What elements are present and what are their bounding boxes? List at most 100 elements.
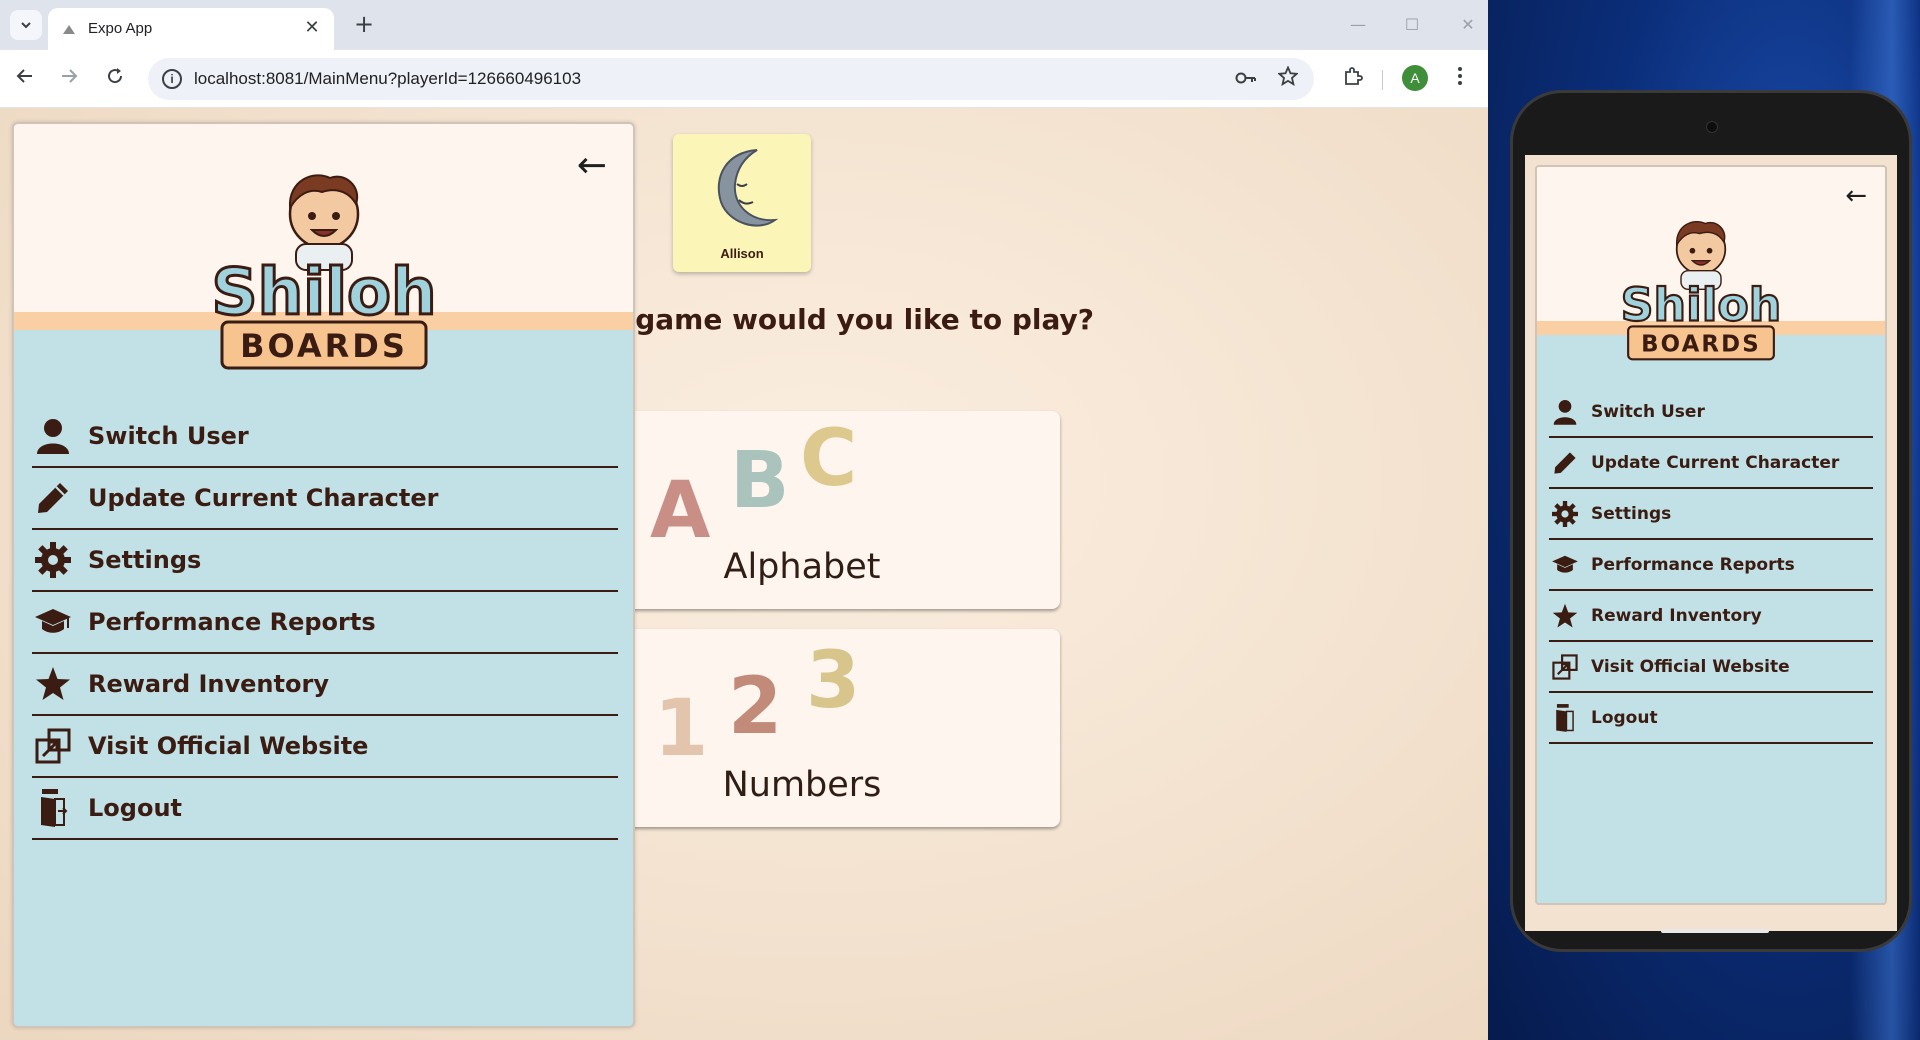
kebab-menu-icon[interactable] [1443,62,1477,96]
menu-label: Reward Inventory [88,670,329,698]
address-bar[interactable]: i localhost:8081/MainMenu?playerId=12666… [148,58,1314,100]
exit-door-icon [1551,703,1579,732]
mobile-drawer-menu: Switch User Update Current Character Set… [1549,387,1873,744]
site-info-icon[interactable]: i [162,69,182,89]
shiloh-boards-logo: Shiloh BOARDS [1620,220,1782,361]
app-viewport: Allison ! Which game would you like to p… [0,108,1488,1040]
mobile-navigation-drawer: ← Shiloh BOARDS Switch User Update Curre… [1535,165,1887,905]
window-close-button[interactable]: ✕ [1448,10,1488,40]
menu-label: Reward Inventory [1591,605,1762,626]
menu-label: Logout [1591,707,1658,728]
profile-avatar[interactable]: A [1402,65,1428,91]
expo-favicon-icon [63,25,75,34]
menu-label: Visit Official Website [88,732,369,760]
menu-label: Performance Reports [1591,554,1795,575]
menu-item-visit-website[interactable]: Visit Official Website [32,716,618,778]
url-text[interactable]: localhost:8081/MainMenu?playerId=1266604… [194,69,581,89]
numbers-glyph-2: 2 [728,662,782,752]
menu-item-reward-inventory[interactable]: Reward Inventory [32,654,618,716]
reload-button[interactable] [98,62,132,96]
numbers-glyph-1: 1 [654,684,708,763]
menu-item-performance-reports[interactable]: Performance Reports [32,592,618,654]
menu-label: Switch User [1591,401,1705,422]
external-link-icon [34,727,72,765]
password-key-icon[interactable] [1232,66,1260,94]
menu-item-switch-user[interactable]: Switch User [32,406,618,468]
menu-item-update-character[interactable]: Update Current Character [1549,438,1873,489]
front-camera-icon [1706,121,1718,133]
123-numbers-icon: 1 2 3 [654,636,860,763]
logo-text-boards: BOARDS [1641,331,1761,357]
menu-label: Logout [88,794,183,822]
external-link-icon [1551,653,1579,681]
drawer-menu: Switch User Update Current Character Set… [32,406,618,840]
user-icon [1551,398,1579,426]
bookmark-star-icon[interactable] [1274,65,1302,94]
gesture-home-bar[interactable] [1661,929,1769,933]
pencil-icon [34,479,72,517]
user-icon [34,417,72,455]
menu-item-visit-website[interactable]: Visit Official Website [1549,642,1873,693]
moon-character-icon [717,149,779,227]
tab-search-button[interactable] [10,10,42,40]
menu-label: Settings [1591,503,1672,524]
menu-item-reward-inventory[interactable]: Reward Inventory [1549,591,1873,642]
alphabet-glyph-c: C [800,415,857,504]
game-label-alphabet: Alphabet [723,547,881,587]
shiloh-boards-logo: Shiloh BOARDS [210,174,438,370]
menu-label: Visit Official Website [1591,656,1790,677]
player-name: Allison [720,246,764,261]
star-icon [1551,602,1579,630]
arrow-right-icon [62,69,78,83]
drawer-close-arrow-icon[interactable]: ← [1845,183,1867,209]
graduation-cap-icon [34,603,72,641]
toolbar-separator [1382,70,1383,90]
game-card-numbers[interactable]: 1 2 3 Numbers [560,629,1060,827]
abc-letters-icon: A B C [650,415,857,545]
exit-door-icon [34,789,72,827]
drawer-close-arrow-icon[interactable]: ← [577,148,607,184]
minimize-button[interactable]: — [1338,10,1378,40]
menu-label: Performance Reports [88,608,376,636]
menu-item-update-character[interactable]: Update Current Character [32,468,618,530]
logo-text-shiloh: Shiloh [1621,279,1782,332]
android-emulator: ← Shiloh BOARDS Switch User Update Curre… [1510,90,1912,952]
gear-icon [1551,500,1579,528]
alphabet-glyph-b: B [730,436,789,526]
tab-close-button[interactable]: ✕ [300,16,324,40]
new-tab-button[interactable]: + [349,10,379,40]
gear-icon [34,541,72,579]
menu-item-performance-reports[interactable]: Performance Reports [1549,540,1873,591]
reload-icon [108,68,123,84]
menu-label: Update Current Character [1591,452,1840,473]
back-button[interactable] [8,62,42,96]
chevron-down-icon [21,22,31,29]
extensions-puzzle-icon[interactable] [1336,62,1370,96]
menu-item-logout[interactable]: Logout [1549,693,1873,744]
tab-strip: Expo App ✕ + — ☐ ✕ [0,0,1488,50]
numbers-glyph-3: 3 [806,636,860,726]
navigation-drawer: ← Shiloh BOARDS Switch User Update Curre… [12,122,635,1028]
menu-item-settings[interactable]: Settings [1549,489,1873,540]
emulator-screen: ← Shiloh BOARDS Switch User Update Curre… [1525,155,1897,931]
browser-toolbar: i localhost:8081/MainMenu?playerId=12666… [0,50,1488,108]
player-avatar-card[interactable]: Allison [673,134,811,272]
menu-item-settings[interactable]: Settings [32,530,618,592]
star-icon [34,665,72,703]
alphabet-glyph-a: A [650,466,710,545]
game-card-alphabet[interactable]: A B C Alphabet [560,411,1060,609]
logo-text-boards: BOARDS [240,327,408,365]
maximize-button[interactable]: ☐ [1392,10,1432,40]
menu-item-switch-user[interactable]: Switch User [1549,387,1873,438]
game-label-numbers: Numbers [722,765,882,805]
arrow-left-icon [16,69,32,83]
forward-button[interactable] [52,62,86,96]
tab-expo-app[interactable]: Expo App ✕ [48,8,334,50]
menu-label: Settings [88,546,202,574]
logo-text-shiloh: Shiloh [211,256,436,330]
tab-title: Expo App [88,20,153,37]
menu-label: Update Current Character [88,484,439,512]
menu-label: Switch User [88,422,249,450]
pencil-icon [1551,449,1579,477]
menu-item-logout[interactable]: Logout [32,778,618,840]
